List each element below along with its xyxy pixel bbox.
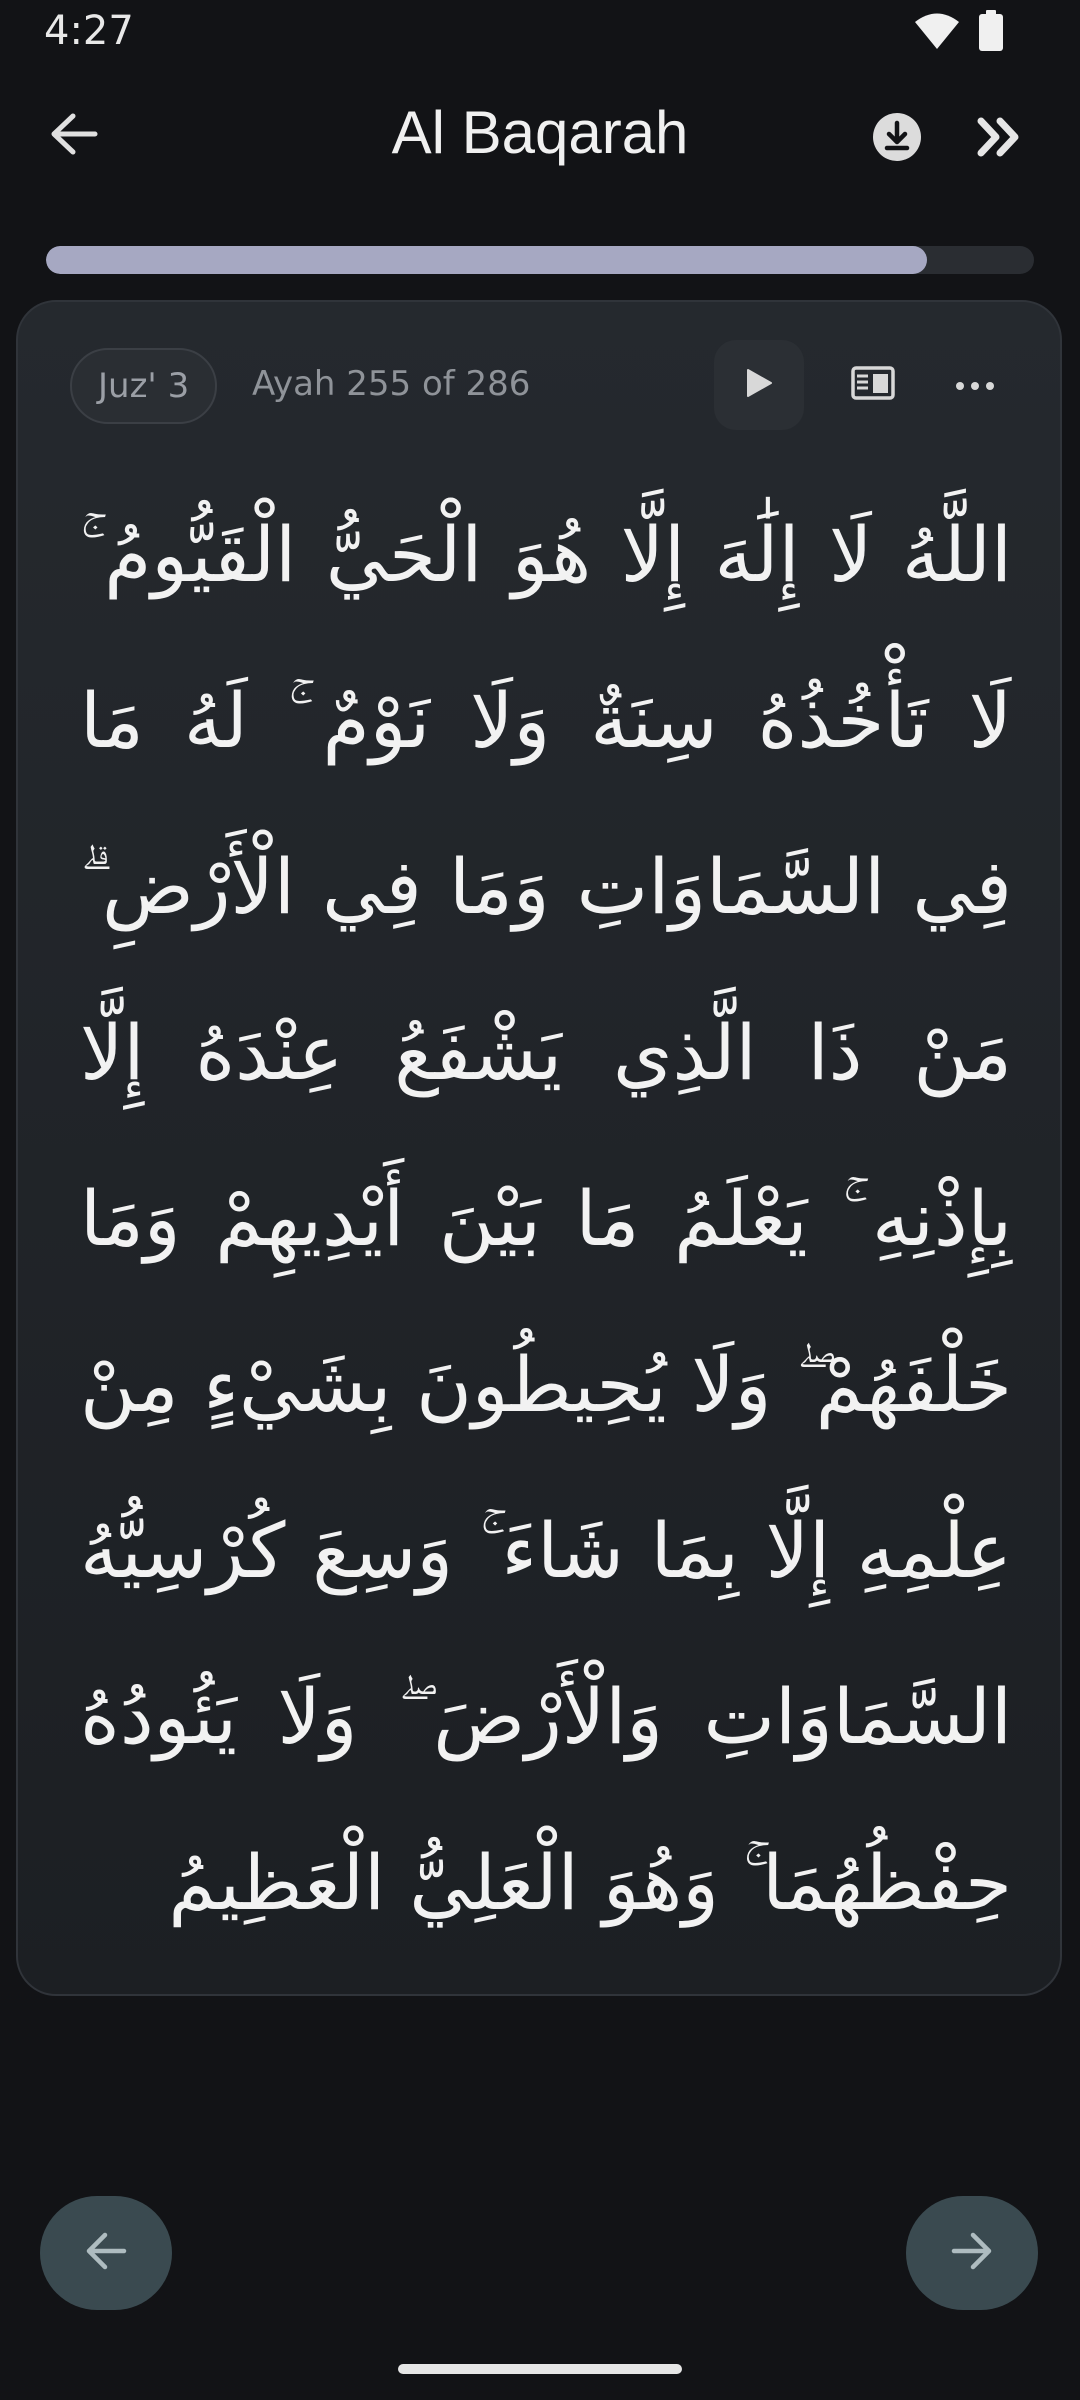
home-indicator[interactable] bbox=[398, 2364, 682, 2374]
previous-ayah-button[interactable] bbox=[40, 2196, 172, 2310]
download-button[interactable] bbox=[862, 104, 932, 174]
status-time: 4:27 bbox=[44, 8, 134, 54]
status-bar: 4:27 bbox=[0, 0, 1080, 62]
wifi-icon bbox=[914, 11, 960, 55]
arrow-right-icon bbox=[950, 2231, 994, 2275]
double-chevron-right-icon bbox=[976, 116, 1022, 162]
more-options-button[interactable] bbox=[930, 340, 1020, 430]
play-icon bbox=[744, 367, 774, 403]
ayah-card: Juz' 3 Ayah 255 of 286 اللَّهُ لَا إِلَٰ… bbox=[16, 300, 1062, 1996]
juz-chip[interactable]: Juz' 3 bbox=[70, 348, 218, 424]
arrow-left-icon bbox=[84, 2231, 128, 2275]
download-icon bbox=[872, 112, 922, 166]
reading-progress-bar bbox=[46, 246, 1034, 274]
next-surah-button[interactable] bbox=[964, 104, 1034, 174]
next-ayah-button[interactable] bbox=[906, 2196, 1038, 2310]
play-button[interactable] bbox=[714, 340, 804, 430]
more-horizontal-icon bbox=[955, 376, 995, 395]
app-bar: Al Baqarah bbox=[0, 80, 1080, 192]
status-icons bbox=[914, 10, 1004, 56]
ayah-counter: Ayah 255 of 286 bbox=[252, 364, 531, 404]
reading-progress-fill bbox=[46, 246, 927, 274]
ayah-arabic-text: اللَّهُ لَا إِلَٰهَ إِلَّا هُوَ الْحَيُّ… bbox=[80, 510, 1012, 1927]
reader-mode-button[interactable] bbox=[828, 340, 918, 430]
quran-reader-screen: 4:27 Al Baqarah Juz' 3 Ayah 255 of 286 ا… bbox=[0, 0, 1080, 2400]
battery-icon bbox=[978, 10, 1004, 56]
reader-mode-icon bbox=[851, 366, 895, 404]
